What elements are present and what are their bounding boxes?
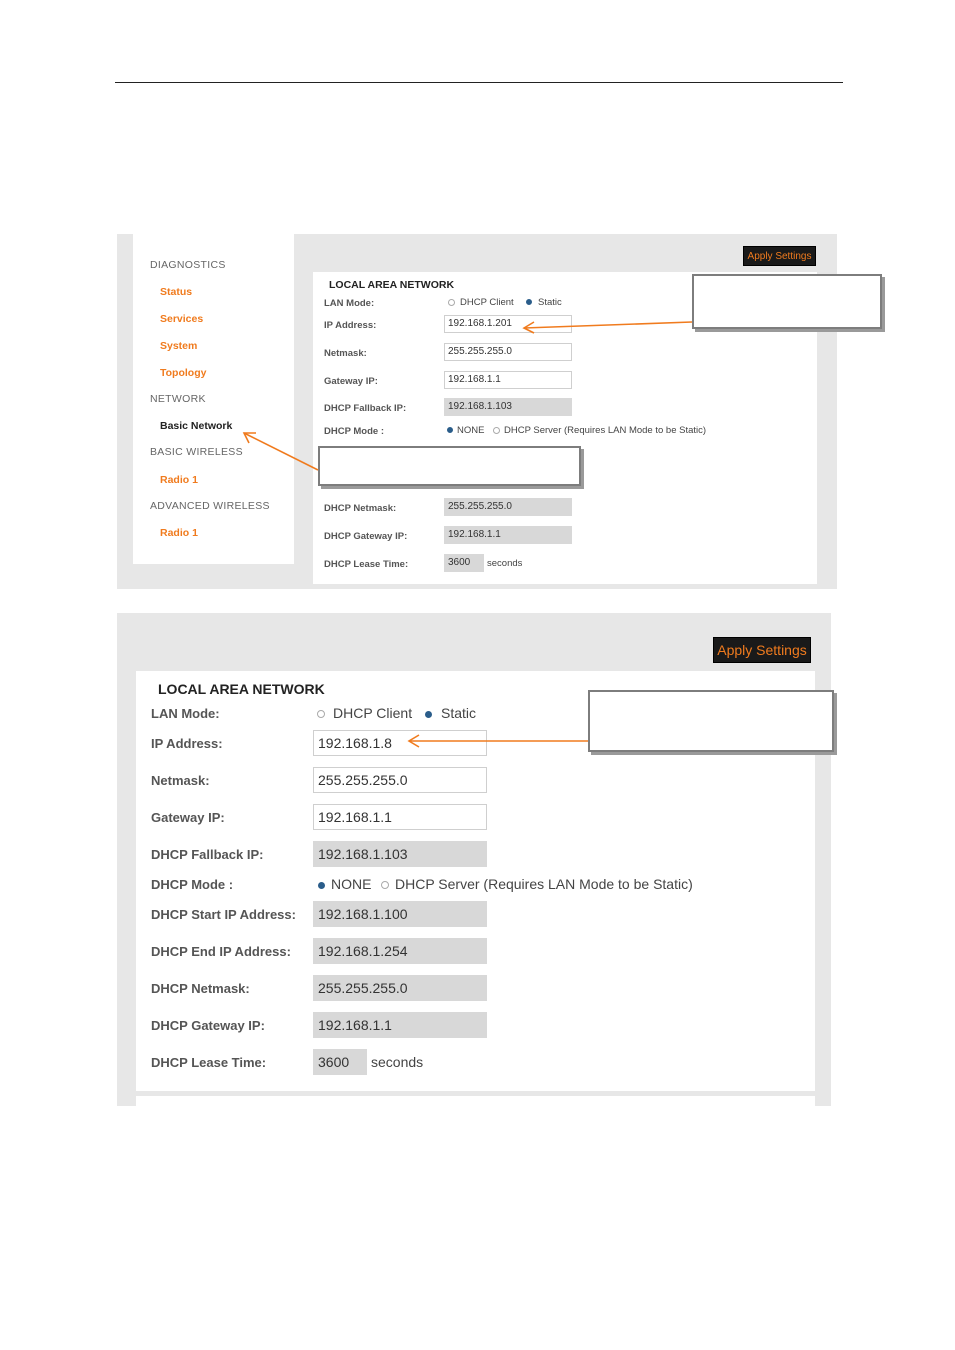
- dhcp-fallback-ip-field: 192.168.1.103: [313, 841, 487, 867]
- dhcp-gateway-ip-label: DHCP Gateway IP:: [324, 531, 408, 542]
- gateway-ip-input[interactable]: 192.168.1.1: [313, 804, 487, 830]
- none-label: NONE: [457, 425, 485, 436]
- radio-unselected-icon: [448, 298, 455, 306]
- header-rule: [115, 82, 843, 83]
- dhcp-mode-none-radio[interactable]: NONE: [447, 425, 484, 436]
- dhcp-client-label: DHCP Client: [460, 297, 514, 308]
- static-label: Static: [538, 297, 562, 308]
- dhcp-lease-time-field: 3600: [313, 1049, 367, 1075]
- sidebar-header-diagnostics: DIAGNOSTICS: [150, 259, 226, 271]
- gateway-ip-label: Gateway IP:: [151, 810, 225, 825]
- sidebar-header-basic-wireless: BASIC WIRELESS: [150, 446, 243, 458]
- dhcp-mode-server-radio[interactable]: DHCP Server (Requires LAN Mode to be Sta…: [493, 425, 706, 436]
- dhcp-mode-label: DHCP Mode :: [324, 426, 384, 437]
- lan-mode-static-radio[interactable]: Static: [425, 705, 476, 721]
- apply-settings-button[interactable]: Apply Settings: [743, 246, 816, 266]
- sidebar-item-basic-network[interactable]: Basic Network: [160, 420, 232, 432]
- radio-unselected-icon: [493, 426, 500, 434]
- sidebar-item-status[interactable]: Status: [160, 286, 192, 298]
- radio-unselected-icon: [381, 881, 389, 890]
- dhcp-mode-label: DHCP Mode :: [151, 877, 234, 892]
- dhcp-lease-time-field: 3600: [444, 554, 484, 572]
- dhcp-start-ip-field: 192.168.1.100: [313, 901, 487, 927]
- radio-selected-icon: [447, 427, 453, 434]
- lan-mode-dhcp-client-radio[interactable]: DHCP Client: [448, 297, 514, 308]
- ip-address-input[interactable]: 192.168.1.8: [313, 730, 487, 756]
- radio-unselected-icon: [317, 710, 325, 719]
- ip-address-label: IP Address:: [151, 736, 223, 751]
- dhcp-gateway-ip-field: 192.168.1.1: [444, 526, 572, 544]
- screenshot-basic-network-after: Apply Settings LOCAL AREA NETWORK LAN Mo…: [117, 613, 831, 1106]
- sidebar-item-topology[interactable]: Topology: [160, 367, 206, 379]
- sidebar-header-network: NETWORK: [150, 393, 206, 405]
- static-label: Static: [441, 705, 477, 721]
- radio-selected-icon: [318, 881, 325, 889]
- lan-mode-dhcp-client-radio[interactable]: DHCP Client: [317, 705, 412, 721]
- netmask-label: Netmask:: [151, 773, 210, 788]
- apply-settings-button[interactable]: Apply Settings: [713, 637, 811, 663]
- netmask-input[interactable]: 255.255.255.0: [313, 767, 487, 793]
- dhcp-lease-time-label: DHCP Lease Time:: [151, 1055, 267, 1070]
- dhcp-end-ip-label: DHCP End IP Address:: [151, 944, 291, 959]
- ip-address-input[interactable]: 192.168.1.201: [444, 315, 572, 333]
- netmask-input[interactable]: 255.255.255.0: [444, 343, 572, 361]
- dhcp-fallback-ip-label: DHCP Fallback IP:: [324, 403, 407, 414]
- gateway-ip-label: Gateway IP:: [324, 376, 378, 387]
- lan-mode-label: LAN Mode:: [324, 298, 375, 309]
- panel-title: LOCAL AREA NETWORK: [329, 279, 455, 291]
- dhcp-server-label: DHCP Server (Requires LAN Mode to be Sta…: [395, 876, 693, 892]
- dhcp-start-ip-label: DHCP Start IP Address:: [151, 907, 296, 922]
- lan-mode-label: LAN Mode:: [151, 706, 220, 721]
- callout-box-sidebar: [318, 446, 581, 486]
- dhcp-end-ip-field: 192.168.1.254: [313, 938, 487, 964]
- dhcp-netmask-label: DHCP Netmask:: [151, 981, 250, 996]
- gateway-ip-input[interactable]: 192.168.1.1: [444, 371, 572, 389]
- dhcp-client-label: DHCP Client: [333, 705, 413, 721]
- callout-box-ip-address: [692, 274, 882, 329]
- sidebar-header-advanced-wireless: ADVANCED WIRELESS: [150, 500, 270, 512]
- sidebar-item-radio1-basic[interactable]: Radio 1: [160, 474, 198, 486]
- seconds-unit-label: seconds: [487, 558, 523, 569]
- lower-panel-edge: [136, 1096, 815, 1106]
- seconds-unit-label: seconds: [371, 1054, 424, 1070]
- radio-selected-icon: [526, 299, 532, 306]
- none-label: NONE: [331, 876, 372, 892]
- dhcp-netmask-field: 255.255.255.0: [444, 498, 572, 516]
- dhcp-gateway-ip-field: 192.168.1.1: [313, 1012, 487, 1038]
- dhcp-mode-none-radio[interactable]: NONE: [318, 876, 371, 892]
- dhcp-mode-server-radio[interactable]: DHCP Server (Requires LAN Mode to be Sta…: [381, 876, 693, 892]
- sidebar-item-radio1-advanced[interactable]: Radio 1: [160, 527, 198, 539]
- dhcp-netmask-field: 255.255.255.0: [313, 975, 487, 1001]
- ip-address-label: IP Address:: [324, 320, 377, 331]
- dhcp-gateway-ip-label: DHCP Gateway IP:: [151, 1018, 265, 1033]
- sidebar-item-services[interactable]: Services: [160, 313, 203, 325]
- panel-title: LOCAL AREA NETWORK: [158, 681, 325, 697]
- sidebar-item-system[interactable]: System: [160, 340, 197, 352]
- dhcp-server-label: DHCP Server (Requires LAN Mode to be Sta…: [504, 425, 707, 436]
- dhcp-netmask-label: DHCP Netmask:: [324, 503, 397, 514]
- netmask-label: Netmask:: [324, 348, 367, 359]
- lan-mode-static-radio[interactable]: Static: [526, 297, 562, 308]
- sidebar: DIAGNOSTICS Status Services System Topol…: [133, 234, 294, 564]
- dhcp-fallback-ip-field: 192.168.1.103: [444, 398, 572, 416]
- dhcp-lease-time-label: DHCP Lease Time:: [324, 559, 409, 570]
- radio-selected-icon: [425, 710, 432, 718]
- callout-box-ip-address-2: [588, 690, 834, 752]
- dhcp-fallback-ip-label: DHCP Fallback IP:: [151, 847, 264, 862]
